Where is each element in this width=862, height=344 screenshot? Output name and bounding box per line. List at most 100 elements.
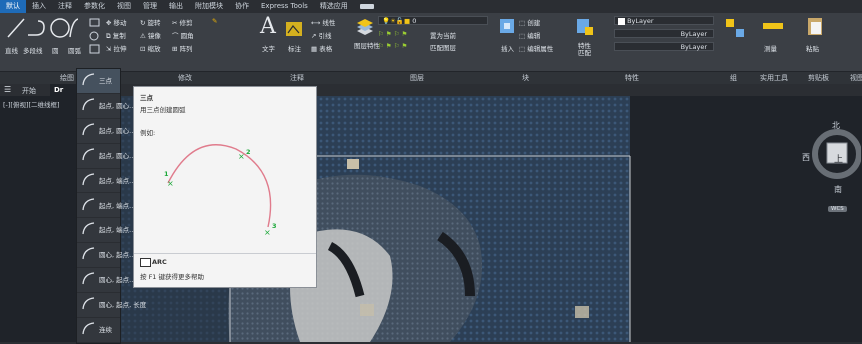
- arc-menu-item[interactable]: 三点: [77, 69, 120, 94]
- measure-label[interactable]: 测量: [764, 43, 777, 53]
- arc-menu-item[interactable]: 起点, 圆心...: [77, 94, 135, 119]
- annotation-group-label[interactable]: 注释: [290, 73, 304, 83]
- viewport-controls-label[interactable]: [-][俯视][二维线框]: [3, 99, 60, 109]
- arc-option-icon: [82, 297, 95, 310]
- draw-tools-icons[interactable]: [6, 15, 78, 41]
- arc-option-icon: [82, 322, 95, 335]
- tab-drawing[interactable]: Dr: [50, 84, 76, 96]
- stretch-tool[interactable]: ⇲ 拉伸: [106, 43, 127, 53]
- paste-label[interactable]: 粘贴: [806, 43, 819, 53]
- modify-group-label[interactable]: 修改: [178, 73, 192, 83]
- tooltip-command: ARC: [152, 258, 167, 266]
- text-tool-icon[interactable]: A: [260, 14, 276, 39]
- edit-attributes-button[interactable]: ⬚ 编辑属性: [519, 43, 553, 53]
- arc-menu-item[interactable]: 起点, 圆心...: [77, 119, 135, 144]
- arc-menu-item[interactable]: 起点, 圆心...: [77, 144, 135, 169]
- match-properties-icon[interactable]: [575, 17, 595, 37]
- arc-menu-item[interactable]: 圆心, 起点...: [77, 243, 135, 269]
- dimension-icon[interactable]: [285, 21, 303, 37]
- viewcube-top-face[interactable]: 上: [834, 152, 843, 165]
- arc-menu-item[interactable]: 圆心, 起点, 长度: [77, 293, 146, 318]
- make-current-button[interactable]: 置为当前: [430, 30, 456, 40]
- circle-tool-label[interactable]: 圆: [52, 45, 59, 55]
- arc-menu-item[interactable]: 连续: [77, 318, 120, 343]
- pencil-icon[interactable]: ✎: [212, 17, 217, 25]
- ribbon-toggle-icon[interactable]: [354, 0, 380, 13]
- table-tool[interactable]: ▦ 表格: [311, 43, 332, 53]
- arc-menu-item[interactable]: 起点, 端点...: [77, 218, 135, 244]
- paste-icon[interactable]: [806, 16, 824, 36]
- layer-properties-icon[interactable]: [355, 19, 375, 37]
- tab-start[interactable]: 开始: [22, 86, 36, 96]
- arc-menu-item[interactable]: 起点, 端点...: [77, 169, 135, 194]
- linear-dim-tool[interactable]: ⟷ 线性: [311, 17, 335, 27]
- block-group-label[interactable]: 块: [522, 73, 529, 83]
- lineweight-dropdown[interactable]: ByLayer: [614, 42, 714, 51]
- arc-menu-item-label: 起点, 圆心...: [99, 101, 136, 110]
- clipboard-group-label[interactable]: 剪贴板: [808, 73, 829, 83]
- arc-menu-item[interactable]: 圆心, 起点...: [77, 268, 135, 294]
- leader-tool[interactable]: ↗ 引线: [311, 30, 332, 40]
- tab-output[interactable]: 输出: [163, 0, 189, 13]
- color-dropdown[interactable]: ByLayer: [614, 16, 714, 25]
- match-layer-button[interactable]: 匹配图层: [430, 42, 456, 52]
- compass-north-label[interactable]: 北: [832, 120, 840, 131]
- compass-west-label[interactable]: 西: [802, 152, 810, 163]
- layer-properties-label[interactable]: 图层特性: [354, 43, 380, 50]
- arc-tooltip: 三点 用三点创建圆弧 例如: × × × 1 2 3 ARC 按 F1 键获得更…: [133, 86, 317, 288]
- group-icon[interactable]: [724, 17, 746, 39]
- arc-menu-item-label: 起点, 端点...: [99, 201, 136, 210]
- scale-tool[interactable]: ⊡ 缩放: [140, 43, 161, 53]
- groups-group-label[interactable]: 组: [730, 73, 737, 83]
- insert-block-icon[interactable]: [498, 17, 516, 35]
- array-tool[interactable]: ⊞ 阵列: [172, 43, 193, 53]
- draw-group-label[interactable]: 绘图: [60, 73, 74, 83]
- polyline-tool-label[interactable]: 多段线: [23, 45, 43, 55]
- point-marker-1: ×: [167, 179, 174, 188]
- fillet-tool[interactable]: ⌒ 圆角: [172, 30, 194, 40]
- text-tool-label[interactable]: 文字: [262, 43, 275, 53]
- hamburger-menu-icon[interactable]: ☰: [4, 85, 11, 94]
- move-tool[interactable]: ✥ 移动: [106, 17, 127, 27]
- match-properties-label[interactable]: 特性匹配: [578, 43, 594, 57]
- layer-tools-row2[interactable]: ⚐ ⚑ ⚐ ⚑: [378, 42, 408, 50]
- tab-collaborate[interactable]: 协作: [229, 0, 255, 13]
- layer-dropdown[interactable]: 💡☀🔓■ 0: [378, 16, 488, 25]
- tab-insert[interactable]: 插入: [26, 0, 52, 13]
- trim-tool[interactable]: ✂ 修剪: [172, 17, 193, 27]
- arc-menu-item-label: 起点, 圆心...: [99, 126, 136, 135]
- tab-default[interactable]: 默认: [0, 0, 26, 13]
- wcs-menu[interactable]: WCS: [828, 206, 847, 212]
- document-tab-bar: ☰ 开始 Dr: [0, 84, 862, 96]
- edit-block-button[interactable]: ⬚ 编辑: [519, 30, 540, 40]
- layer-tools-row1[interactable]: ⚐ ⚑ ⚐ ⚑: [378, 30, 408, 38]
- ribbon: 直线 多段线 圆 圆弧 ✥ 移动 ↻ 旋转 ✂ 修剪 ⧉ 复制 ⚠ 镜像 ⌒ 圆…: [0, 13, 862, 71]
- insert-block-label[interactable]: 插入: [501, 43, 514, 53]
- tab-parametric[interactable]: 参数化: [78, 0, 111, 13]
- dimension-tool-label[interactable]: 标注: [288, 43, 301, 53]
- arc-tool-label[interactable]: 圆弧: [68, 45, 81, 55]
- ribbon-group-labels: 绘图 修改 注释 图层 块 特性 组 实用工具 剪贴板 视图: [0, 71, 862, 84]
- tab-view[interactable]: 视图: [111, 0, 137, 13]
- measure-icon[interactable]: [762, 19, 784, 33]
- tab-express-tools[interactable]: Express Tools: [255, 0, 314, 13]
- mirror-tool[interactable]: ⚠ 镜像: [140, 30, 161, 40]
- tab-featured-apps[interactable]: 精选应用: [314, 0, 354, 13]
- point-label-2: 2: [246, 148, 251, 156]
- layers-group-label[interactable]: 图层: [410, 73, 424, 83]
- properties-group-label[interactable]: 特性: [625, 73, 639, 83]
- line-tool-label[interactable]: 直线: [5, 45, 18, 55]
- compass-south-label[interactable]: 南: [834, 184, 842, 195]
- copy-tool[interactable]: ⧉ 复制: [106, 30, 126, 41]
- tab-annotate[interactable]: 注释: [52, 0, 78, 13]
- tab-manage[interactable]: 管理: [137, 0, 163, 13]
- rotate-tool[interactable]: ↻ 旋转: [140, 17, 161, 27]
- draw-small-icons[interactable]: [88, 17, 102, 57]
- create-block-button[interactable]: ⬚ 创建: [519, 17, 540, 27]
- arc-menu-item[interactable]: 起点, 端点...: [77, 194, 135, 219]
- utilities-group-label[interactable]: 实用工具: [760, 73, 788, 83]
- tab-addins[interactable]: 附加模块: [189, 0, 229, 13]
- view-group-label[interactable]: 视图: [850, 73, 862, 83]
- arc-menu-item-label: 圆心, 起点, 长度: [99, 301, 147, 310]
- linetype-dropdown[interactable]: ByLayer: [614, 29, 714, 38]
